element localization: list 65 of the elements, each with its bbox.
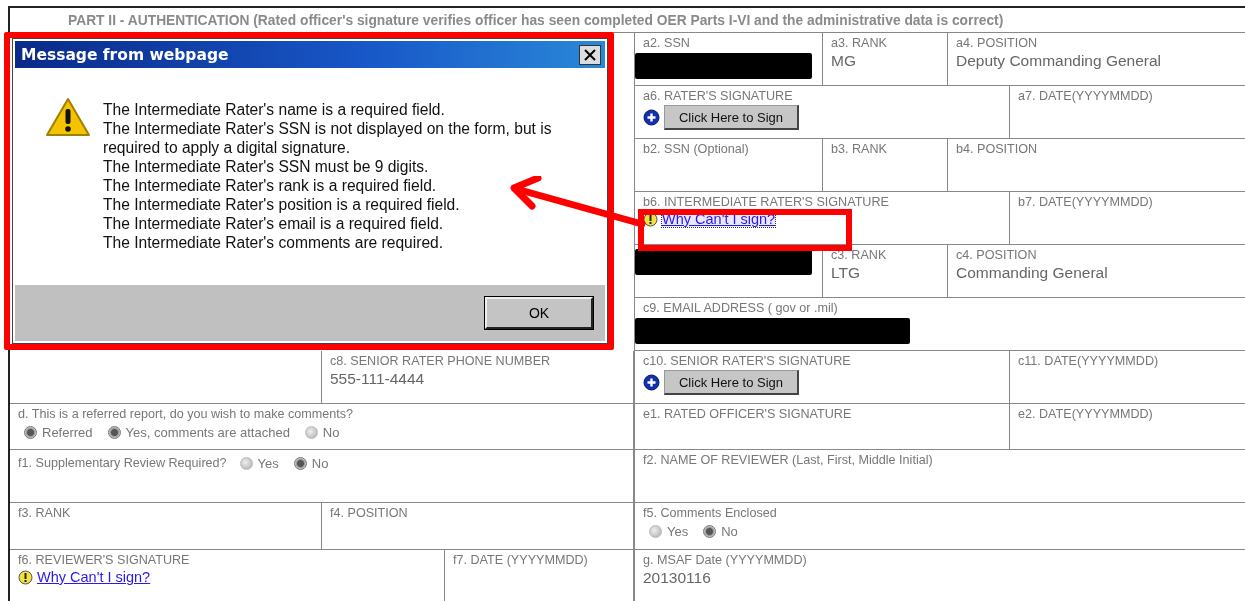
field-label: c8. SENIOR RATER PHONE NUMBER xyxy=(330,353,551,369)
close-icon xyxy=(584,48,596,61)
field-label: e2. DATE(YYYYMMDD) xyxy=(1018,406,1153,422)
error-message: The Intermediate Rater's name is a required field. xyxy=(103,100,446,119)
field-label: c4. POSITION xyxy=(956,247,1037,263)
warning-icon xyxy=(45,96,91,138)
radio-label: No xyxy=(311,456,329,471)
field-label: a4. POSITION xyxy=(956,35,1038,51)
field-label: g. MSAF Date (YYYYMMDD) xyxy=(643,552,807,568)
field-label: f3. RANK xyxy=(18,505,71,521)
radio-button[interactable] xyxy=(304,426,318,439)
field-label: f6. REVIEWER'S SIGNATURE xyxy=(18,552,190,568)
field-label: a7. DATE(YYYYMMDD) xyxy=(1018,88,1153,104)
ok-button[interactable]: OK xyxy=(485,297,593,329)
radio-button[interactable] xyxy=(703,525,717,538)
field-label: a2. SSN xyxy=(643,35,690,51)
field-value: Deputy Commanding General xyxy=(956,51,1162,70)
radio-button[interactable] xyxy=(293,456,307,470)
exclamation-icon xyxy=(18,569,33,585)
field-value: 555-111-4444 xyxy=(330,369,425,388)
field-value: 20130116 xyxy=(643,568,711,587)
field-label: d. This is a referred report, do you wish to make comments? xyxy=(18,406,354,422)
error-message: The Intermediate Rater's position is a required field. xyxy=(103,195,461,214)
field-value: Commanding General xyxy=(956,263,1108,282)
radio-label: No xyxy=(322,425,340,440)
field-label: b7. DATE(YYYYMMDD) xyxy=(1018,194,1153,210)
section-title: PART II - AUTHENTICATION (Rated officer's signature verifies officer has seen completed OER Parts I-VI and the administrative data is correct) xyxy=(68,12,1004,28)
field-label: f4. POSITION xyxy=(330,505,408,521)
radio-label: Referred xyxy=(42,425,93,440)
field-label: b4. POSITION xyxy=(956,141,1038,157)
error-message: The Intermediate Rater's SSN must be 9 digits. xyxy=(103,157,430,176)
radio-label: Yes xyxy=(667,524,689,539)
sign-button[interactable]: Click Here to Sign xyxy=(664,370,799,395)
error-message: The Intermediate Rater's comments are required. xyxy=(103,233,445,252)
radio-button[interactable] xyxy=(24,426,37,439)
radio-button[interactable] xyxy=(107,426,121,439)
field-label: b2. SSN (Optional) xyxy=(643,141,749,157)
close-button[interactable] xyxy=(579,44,601,65)
field-label: b3. RANK xyxy=(831,141,887,157)
field-label: a6. RATER'S SIGNATURE xyxy=(643,88,793,104)
field-label: f2. NAME OF REVIEWER (Last, First, Middle Initial) xyxy=(643,452,933,468)
sign-button[interactable]: Click Here to Sign xyxy=(664,105,799,130)
radio-label: No xyxy=(721,524,738,539)
field-label: f7. DATE (YYYYMMDD) xyxy=(453,552,588,568)
radio-label: Yes xyxy=(257,456,279,471)
field-label: e1. RATED OFFICER'S SIGNATURE xyxy=(643,406,852,422)
field-label: c11. DATE(YYYYMMDD) xyxy=(1018,353,1159,369)
field-value: MG xyxy=(831,51,856,70)
why-cant-i-sign-link[interactable]: Why Can't I sign? xyxy=(37,569,151,585)
field-value: LTG xyxy=(831,263,860,282)
dialog-title: Message from webpage xyxy=(21,45,229,64)
field-label: b6. INTERMEDIATE RATER'S SIGNATURE xyxy=(643,194,889,210)
error-message: The Intermediate Rater's email is a required field. xyxy=(103,214,445,233)
field-label: c9. EMAIL ADDRESS ( gov or .mil) xyxy=(643,300,838,316)
plus-icon xyxy=(643,374,660,391)
radio-button[interactable] xyxy=(239,456,253,470)
field-label: a3. RANK xyxy=(831,35,887,51)
error-message: The Intermediate Rater's SSN is not displayed on the form, but is required to apply a digital signature. xyxy=(103,119,553,157)
field-label: f5. Comments Enclosed xyxy=(643,505,777,521)
radio-button[interactable] xyxy=(649,525,662,538)
plus-icon xyxy=(643,109,660,126)
field-label: c10. SENIOR RATER'S SIGNATURE xyxy=(643,353,851,369)
radio-label: Yes, comments are attached xyxy=(125,425,290,440)
field-label: f1. Supplementary Review Required? xyxy=(18,455,227,471)
error-message: The Intermediate Rater's rank is a required field. xyxy=(103,176,438,195)
